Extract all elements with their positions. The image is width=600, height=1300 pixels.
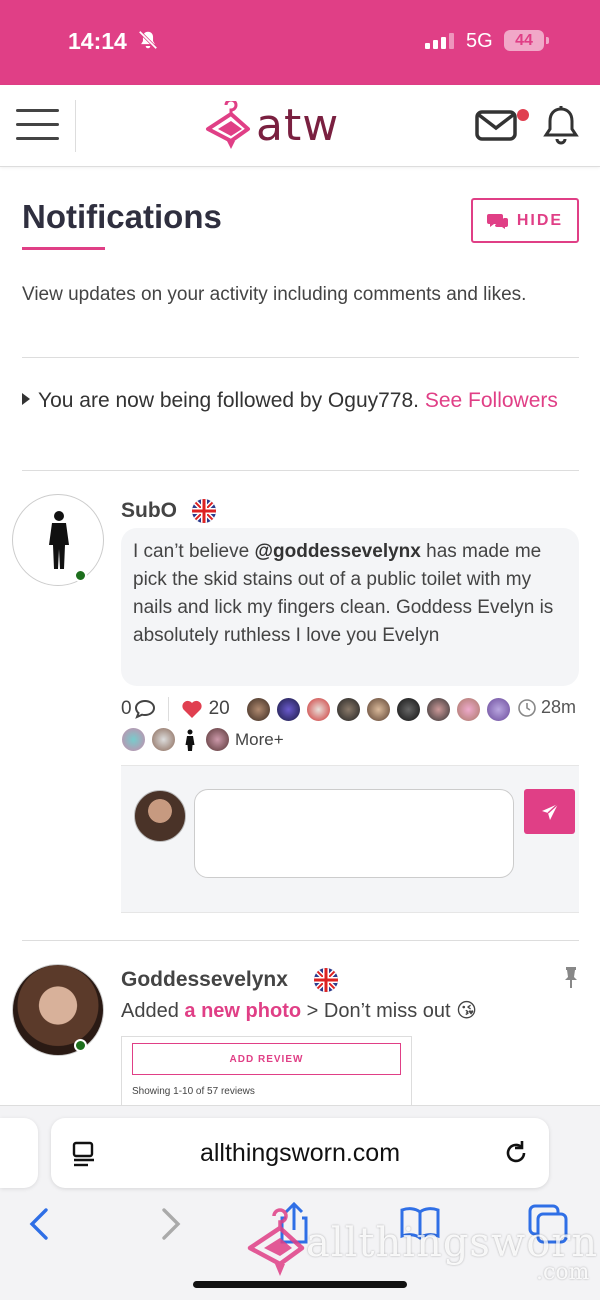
divider	[22, 357, 579, 358]
title-underline	[22, 247, 105, 250]
review-count-text: Showing 1-10 of 57 reviews	[132, 1086, 255, 1097]
uk-flag-icon	[314, 968, 338, 992]
liker-avatar[interactable]	[395, 696, 421, 722]
header-divider	[75, 100, 76, 152]
site-logo[interactable]: atw	[204, 101, 354, 151]
default-user-icon[interactable]	[181, 727, 199, 752]
network-type: 5G	[466, 30, 493, 52]
forward-icon[interactable]	[148, 1202, 192, 1246]
activity-verb: Added	[121, 1000, 179, 1022]
liker-avatar[interactable]	[205, 727, 230, 752]
reply-input[interactable]	[194, 789, 514, 878]
chat-icon	[486, 213, 508, 229]
current-user-avatar	[134, 790, 186, 842]
liker-avatar[interactable]	[121, 727, 146, 752]
back-icon[interactable]	[18, 1202, 62, 1246]
post-stats: 0 20	[121, 696, 516, 722]
follow-notification: You are now being followed by Oguy778. S…	[22, 384, 579, 418]
status-bar: 14:14 5G 44	[0, 0, 600, 85]
battery-icon: 44	[504, 30, 549, 51]
comment-icon[interactable]	[134, 699, 156, 719]
send-icon	[541, 802, 559, 820]
activity-suffix: > Don’t miss out 😘	[306, 1000, 477, 1022]
user-avatar[interactable]	[12, 964, 104, 1056]
hide-button-label: HIDE	[516, 211, 564, 229]
follow-text: You are now being followed by Oguy778.	[38, 389, 419, 412]
comment-text: I can’t believe	[133, 541, 255, 562]
post-username[interactable]: SubO	[121, 499, 177, 523]
reply-box	[121, 765, 579, 913]
previous-tab[interactable]	[0, 1118, 38, 1188]
online-indicator	[74, 569, 87, 582]
page-title: Notifications	[22, 198, 222, 235]
liker-avatar[interactable]	[335, 696, 361, 722]
comment-bubble: I can’t believe @goddessevelynx has made…	[121, 528, 579, 686]
mention-link[interactable]: @goddessevelynx	[254, 541, 420, 562]
comment-count: 0	[121, 698, 132, 719]
signal-icon	[425, 33, 454, 49]
see-followers-link[interactable]: See Followers	[425, 389, 558, 412]
new-photo-link[interactable]: a new photo	[184, 1000, 301, 1022]
silent-mode-icon	[138, 30, 158, 50]
uk-flag-icon	[192, 499, 216, 523]
add-review-button[interactable]: ADD REVIEW	[132, 1043, 401, 1075]
site-header: atw	[0, 85, 600, 167]
bell-icon[interactable]	[542, 105, 580, 145]
liker-avatar[interactable]	[425, 696, 451, 722]
pin-icon[interactable]	[562, 966, 580, 988]
liker-avatar[interactable]	[305, 696, 331, 722]
unread-dot	[517, 109, 529, 121]
heart-icon[interactable]	[181, 699, 203, 719]
caret-right-icon	[22, 393, 30, 405]
watermark-hanger-icon	[247, 1208, 305, 1276]
watermark-suffix: .com	[536, 1260, 590, 1285]
liker-avatar[interactable]	[455, 696, 481, 722]
battery-level: 44	[515, 32, 533, 49]
status-time: 14:14	[68, 28, 127, 54]
divider	[22, 940, 579, 941]
post-time: 28m	[517, 697, 576, 718]
send-button[interactable]	[524, 789, 575, 834]
activity-text: Added a new photo > Don’t miss out 😘	[121, 998, 477, 1023]
more-link[interactable]: More+	[235, 730, 284, 750]
online-indicator	[74, 1039, 87, 1052]
hanger-logo-icon	[206, 101, 250, 149]
liker-avatar[interactable]	[485, 696, 511, 722]
liker-avatar[interactable]	[275, 696, 301, 722]
liker-avatar[interactable]	[151, 727, 176, 752]
user-avatar[interactable]	[12, 494, 104, 586]
page-intro: View updates on your activity including …	[22, 284, 527, 305]
mail-icon[interactable]	[475, 109, 517, 141]
liker-avatar[interactable]	[365, 696, 391, 722]
watermark: allthingsworn .com	[246, 1198, 597, 1288]
home-indicator[interactable]	[193, 1281, 407, 1288]
logo-text: atw	[256, 100, 340, 151]
liker-avatar[interactable]	[245, 696, 271, 722]
url-text: allthingsworn.com	[199, 1139, 401, 1167]
more-likers: More+	[121, 727, 284, 752]
hide-button[interactable]: HIDE	[471, 198, 579, 243]
clock-icon	[518, 698, 536, 717]
post-username[interactable]: Goddessevelynx	[121, 968, 288, 992]
menu-icon[interactable]	[16, 109, 59, 143]
address-bar[interactable]: allthingsworn.com	[51, 1118, 549, 1188]
default-user-icon	[49, 511, 69, 569]
review-embed: ADD REVIEW Showing 1-10 of 57 reviews	[121, 1036, 412, 1116]
time-ago-text: 28m	[541, 697, 577, 717]
like-count: 20	[208, 698, 230, 719]
reload-icon[interactable]	[501, 1138, 531, 1168]
divider	[22, 470, 579, 471]
